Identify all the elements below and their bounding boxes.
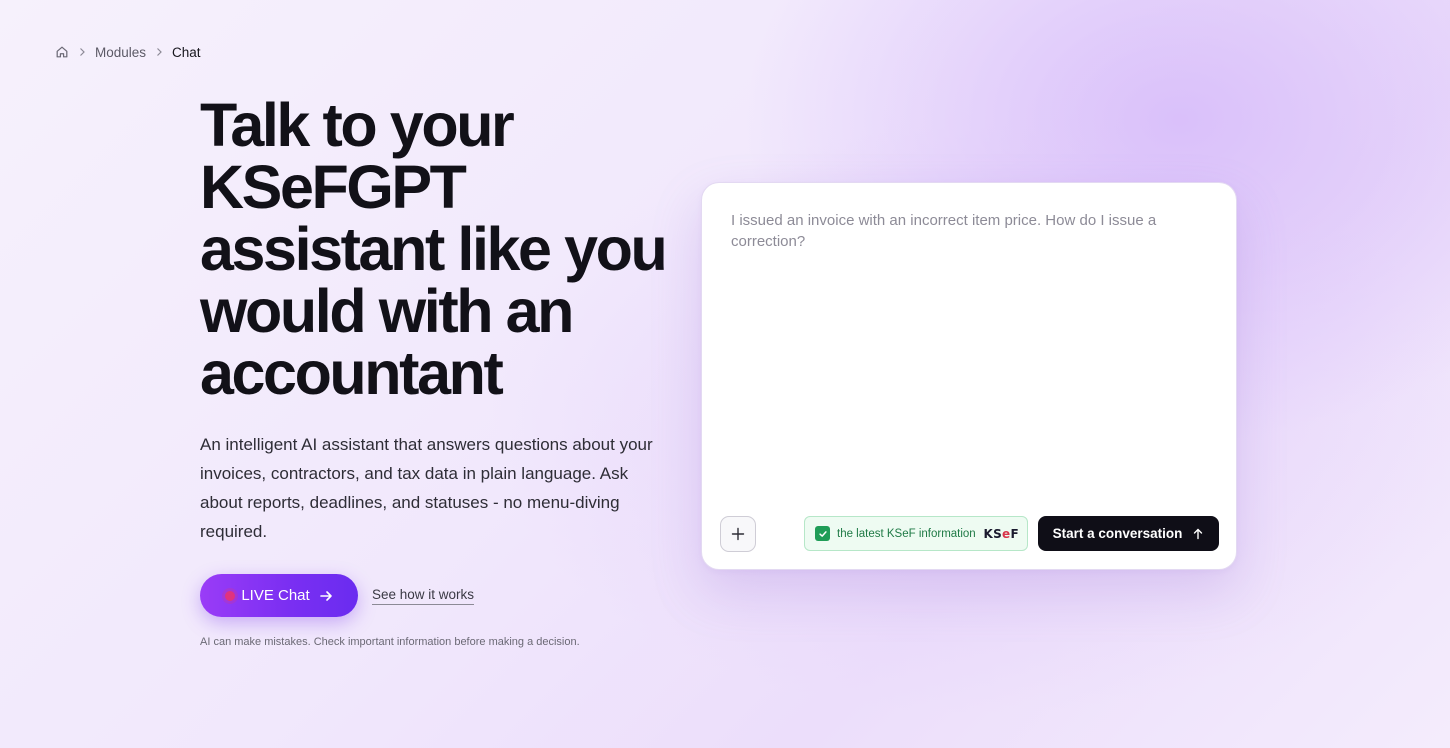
plus-icon (731, 527, 745, 541)
start-conversation-label: Start a conversation (1052, 526, 1183, 541)
chat-message-input[interactable] (731, 210, 1201, 480)
hero-subtitle: An intelligent AI assistant that answers… (200, 435, 653, 541)
live-indicator-icon (225, 590, 236, 601)
see-how-it-works-link[interactable]: See how it works (372, 587, 475, 605)
arrow-right-icon (319, 589, 333, 603)
chat-composer-card: the latest KSeF information KSeF Start a… (701, 182, 1237, 570)
checkbox-checked-icon[interactable] (815, 526, 830, 541)
ksef-toggle-label: the latest KSeF information (837, 527, 976, 540)
breadcrumb-modules[interactable]: Modules (95, 45, 146, 60)
page-title: Talk to your KSeFGPT assistant like you … (200, 91, 668, 407)
ksef-logo: KSeF (983, 526, 1019, 541)
breadcrumb-chat: Chat (172, 44, 201, 60)
live-chat-button[interactable]: LIVE Chat (200, 574, 358, 617)
ksef-latest-info-toggle[interactable]: the latest KSeF information KSeF (804, 516, 1028, 551)
chevron-right-icon (77, 47, 87, 57)
cta-row: LIVE Chat See how it works (200, 574, 475, 617)
breadcrumb: Modules Chat (55, 42, 201, 62)
add-attachment-button[interactable] (720, 516, 756, 552)
chevron-right-icon (154, 47, 164, 57)
start-conversation-button[interactable]: Start a conversation (1038, 516, 1219, 551)
ai-disclaimer: AI can make mistakes. Check important in… (200, 636, 580, 648)
live-chat-label: LIVE Chat (241, 587, 310, 604)
home-icon[interactable] (55, 45, 69, 59)
arrow-up-icon (1192, 528, 1204, 540)
